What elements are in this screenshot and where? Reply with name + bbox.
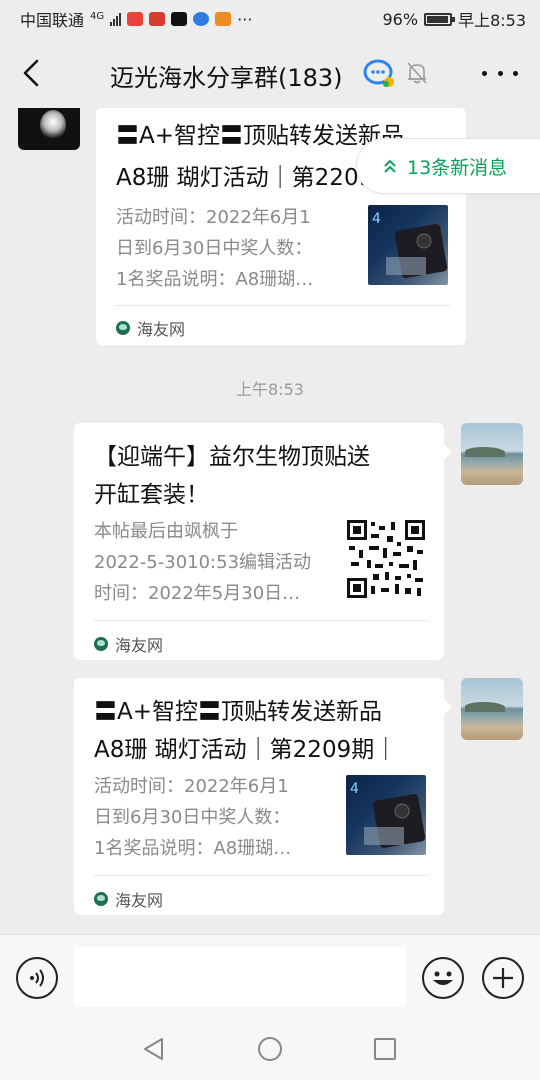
source-name: 海友网 xyxy=(115,636,164,655)
status-bar: 中国联通 4G ··· 96% 早上8:53 xyxy=(0,0,540,38)
app-notification-icon xyxy=(127,12,144,26)
enterprise-chat-icon[interactable] xyxy=(362,58,396,88)
news-app-icon xyxy=(149,12,166,26)
more-notifications: ··· xyxy=(237,9,253,29)
card-title-line: 〓A+智控〓顶贴转发送新品 xyxy=(94,699,383,725)
link-card[interactable]: 【迎端午】益尔生物顶贴送 开缸套装！ 本帖最后由飒枫于 2022-5-3010:… xyxy=(74,423,444,660)
card-description: 本帖最后由飒枫于 2022-5-3010:53编辑活动 时间：2022年5月30… xyxy=(94,516,311,609)
card-desc-line: 本帖最后由飒枫于 xyxy=(94,521,238,542)
nav-recent-apps-icon[interactable] xyxy=(374,1038,396,1060)
card-source: 海友网 xyxy=(94,887,163,911)
card-desc-line: 1名奖品说明：A8珊瑚… xyxy=(116,269,314,290)
input-bar xyxy=(0,934,540,1020)
tiktok-icon xyxy=(171,12,188,26)
battery-fill xyxy=(427,15,449,23)
product-thumbnail: 4 xyxy=(368,205,448,285)
haiyouwang-logo-icon xyxy=(116,321,130,335)
smiley-icon xyxy=(433,971,453,985)
battery-percent: 96% xyxy=(382,9,419,29)
dot-icon xyxy=(482,70,487,76)
card-description: 活动时间：2022年6月1 日到6月30日中奖人数： 1名奖品说明：A8珊瑚… xyxy=(116,202,313,295)
card-desc-line: 活动时间：2022年6月1 xyxy=(116,207,311,228)
card-source: 海友网 xyxy=(116,316,185,340)
link-card[interactable]: 〓A+智控〓顶贴转发送新品 A8珊 瑚灯活动｜第2209期｜ 活动时间：2022… xyxy=(74,678,444,915)
bubble-tail xyxy=(444,699,452,715)
card-desc-line: 1名奖品说明：A8珊瑚… xyxy=(94,838,292,859)
sender-avatar[interactable] xyxy=(18,108,80,150)
chevron-left-icon xyxy=(23,59,39,87)
card-desc-line: 日到6月30日中奖人数： xyxy=(116,238,313,259)
svg-text:4: 4 xyxy=(372,211,381,227)
title-bar: 迈光海水分享群(183) xyxy=(0,38,540,108)
voice-input-button[interactable] xyxy=(16,957,58,999)
card-desc-line: 活动时间：2022年6月1 xyxy=(94,776,289,797)
dot-icon xyxy=(497,70,503,76)
bubble-tail xyxy=(444,444,452,460)
bulb-app-icon xyxy=(193,12,210,26)
a8-light-image: 4 xyxy=(350,781,426,848)
back-button[interactable] xyxy=(14,56,48,90)
card-title-line: A8珊 瑚灯活动｜第2209期｜ xyxy=(94,737,398,763)
network-label: 4G xyxy=(90,10,105,22)
double-chevron-up-icon xyxy=(384,159,396,173)
haiyouwang-logo-icon xyxy=(94,892,108,906)
card-title-line: A8珊 瑚灯活动｜第2209期｜ xyxy=(116,165,386,191)
card-description: 活动时间：2022年6月1 日到6月30日中奖人数： 1名奖品说明：A8珊瑚… xyxy=(94,771,291,864)
signal-icon xyxy=(110,12,122,26)
battery-icon xyxy=(424,12,456,26)
card-divider xyxy=(94,875,428,876)
more-options-button[interactable] xyxy=(482,66,518,80)
nav-home-icon[interactable] xyxy=(258,1037,282,1061)
voice-icon xyxy=(30,969,44,987)
status-right: 96% 早上8:53 xyxy=(383,7,527,31)
nav-back-icon[interactable] xyxy=(142,1037,166,1061)
card-divider xyxy=(116,305,450,306)
a8-light-image: 4 xyxy=(372,211,448,278)
product-thumbnail: 4 xyxy=(346,775,426,855)
svg-text:4: 4 xyxy=(350,781,359,797)
system-nav-bar xyxy=(0,1020,540,1080)
message-input[interactable] xyxy=(74,947,406,1007)
source-name: 海友网 xyxy=(115,891,164,910)
new-messages-button[interactable]: 13条新消息 xyxy=(356,138,540,194)
card-desc-line: 日到6月30日中奖人数： xyxy=(94,807,291,828)
more-functions-button[interactable] xyxy=(482,957,524,999)
chat-title: 迈光海水分享群(183) xyxy=(110,64,343,92)
plus-icon xyxy=(493,968,513,988)
card-title-line: 开缸套装！ xyxy=(94,482,209,508)
status-left: 中国联通 4G ··· xyxy=(20,7,383,31)
message-timestamp: 上午8:53 xyxy=(236,380,304,399)
carrier-label: 中国联通 xyxy=(20,11,85,30)
my-avatar[interactable] xyxy=(461,678,523,740)
new-messages-label: 13条新消息 xyxy=(407,156,508,179)
emoji-button[interactable] xyxy=(422,957,464,999)
card-desc-line: 时间：2022年5月30日… xyxy=(94,583,301,604)
source-name: 海友网 xyxy=(137,320,186,339)
card-source: 海友网 xyxy=(94,632,163,656)
video-app-icon xyxy=(215,12,232,26)
card-desc-line: 2022-5-3010:53编辑活动 xyxy=(94,552,312,573)
my-avatar[interactable] xyxy=(461,423,523,485)
dot-icon xyxy=(513,70,518,76)
chat-area[interactable]: 〓A+智控〓顶贴转发送新品 A8珊 瑚灯活动｜第2209期｜ 活动时间：2022… xyxy=(0,108,540,934)
card-title-line: 【迎端午】益尔生物顶贴送 xyxy=(94,444,370,470)
card-divider xyxy=(94,620,428,621)
qr-code-image xyxy=(347,520,425,598)
mute-bell-icon[interactable] xyxy=(404,60,430,86)
clock: 早上8:53 xyxy=(458,11,526,30)
haiyouwang-logo-icon xyxy=(94,637,108,651)
